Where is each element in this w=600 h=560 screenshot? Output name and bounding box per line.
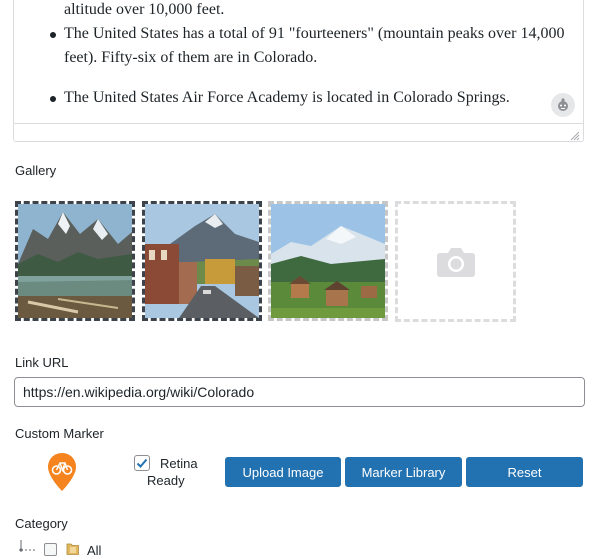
rich-text-editor[interactable]: altitude over 10,000 feet. The United St…	[13, 0, 584, 142]
gallery-image-mountain-town-street[interactable]	[142, 201, 262, 321]
category-checkbox[interactable]	[44, 543, 57, 556]
gallery-add-image-button[interactable]	[395, 201, 516, 322]
camera-icon	[436, 247, 475, 277]
editor-fragment-line: altitude over 10,000 feet.	[64, 1, 225, 18]
retina-label-line2: Ready	[147, 473, 185, 488]
editor-bullet-item: The United States has a total of 91 "fou…	[50, 22, 574, 70]
custom-marker-label: Custom Marker	[15, 426, 104, 441]
gallery-image-alpine-lake[interactable]	[15, 201, 135, 321]
checkmark-icon	[136, 458, 148, 468]
folder-icon	[66, 543, 79, 555]
grammar-assistant-icon[interactable]	[551, 93, 575, 117]
gallery-label: Gallery	[15, 163, 57, 178]
retina-label-line1: Retina	[160, 456, 198, 471]
category-item-label[interactable]: All	[87, 543, 101, 558]
marker-library-button[interactable]: Marker Library	[345, 457, 462, 487]
retina-ready-checkbox[interactable]	[134, 455, 150, 471]
bicycle-marker-icon[interactable]	[47, 452, 77, 492]
link-url-input[interactable]: https://en.wikipedia.org/wiki/Colorado	[14, 377, 585, 407]
editor-bullet-item: The United States Air Force Academy is l…	[50, 86, 574, 110]
resize-handle-icon[interactable]	[570, 128, 580, 141]
gallery-image-snowy-peak-village[interactable]	[268, 201, 388, 321]
upload-image-button[interactable]: Upload Image	[225, 457, 341, 487]
tree-connector-icon	[19, 540, 37, 552]
reset-button[interactable]: Reset	[466, 457, 583, 487]
category-label: Category	[15, 516, 68, 531]
link-url-label: Link URL	[15, 355, 69, 370]
editor-status-bar	[14, 123, 583, 141]
